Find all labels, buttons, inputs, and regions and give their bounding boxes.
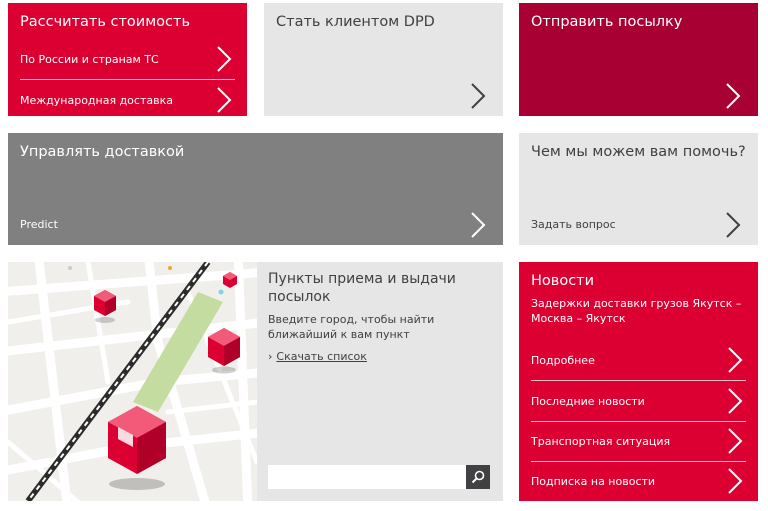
chevron-right-icon: [213, 45, 235, 73]
download-list-link[interactable]: › Скачать список: [268, 350, 367, 363]
search-icon: [471, 470, 485, 484]
news-item-label: Подписка на новости: [531, 474, 656, 488]
pickup-points-panel: Пункты приема и выдачи посылок Введите г…: [257, 262, 503, 501]
news-subscription-link[interactable]: Подписка на новости: [531, 461, 746, 501]
chevron-right-icon: [213, 86, 235, 114]
help-title: Чем мы можем вам помочь?: [531, 144, 746, 160]
manage-delivery-title: Управлять доставкой: [20, 144, 185, 160]
help-tile[interactable]: Чем мы можем вам помочь? Задать вопрос: [519, 133, 758, 245]
calc-russia-label: По России и странам ТС: [20, 52, 159, 66]
chevron-right-icon: [467, 82, 489, 110]
download-list-label: Скачать список: [276, 350, 367, 363]
chevron-right-icon: [467, 211, 489, 239]
news-headline[interactable]: Задержки доставки грузов Якутск – Москва…: [531, 296, 743, 326]
chevron-small-icon: ›: [268, 350, 273, 363]
manage-delivery-tile[interactable]: Управлять доставкой Predict: [8, 133, 503, 245]
news-title: Новости: [531, 273, 595, 289]
ask-question-link[interactable]: Задать вопрос: [531, 218, 616, 231]
news-more-link[interactable]: Подробнее: [531, 340, 746, 380]
calc-russia-link[interactable]: По России и странам ТС: [20, 39, 235, 79]
city-search-input[interactable]: [268, 465, 466, 489]
send-parcel-title: Отправить посылку: [531, 14, 683, 30]
chevron-right-icon: [724, 427, 746, 455]
calculate-cost-tile: Рассчитать стоимость По России и странам…: [8, 3, 247, 116]
calc-international-link[interactable]: Международная доставка: [20, 80, 235, 116]
pickup-map-image: [8, 262, 257, 501]
calculate-cost-title: Рассчитать стоимость: [20, 14, 190, 30]
search-button[interactable]: [466, 465, 490, 489]
pickup-title: Пункты приема и выдачи посылок: [268, 271, 456, 305]
chevron-right-icon: [724, 387, 746, 415]
chevron-right-icon: [724, 346, 746, 374]
news-item-label: Подробнее: [531, 353, 595, 367]
news-item-label: Транспортная ситуация: [531, 434, 671, 448]
chevron-right-icon: [722, 211, 744, 239]
latest-news-link[interactable]: Последние новости: [531, 381, 746, 421]
chevron-right-icon: [724, 467, 746, 495]
chevron-right-icon: [722, 82, 744, 110]
news-item-label: Последние новости: [531, 394, 645, 408]
send-parcel-tile[interactable]: Отправить посылку: [519, 3, 758, 116]
news-tile: Новости Задержки доставки грузов Якутск …: [519, 262, 758, 501]
pickup-description: Введите город, чтобы найти ближайший к в…: [268, 313, 435, 341]
transport-situation-link[interactable]: Транспортная ситуация: [531, 421, 746, 461]
become-client-tile[interactable]: Стать клиентом DPD: [264, 3, 503, 116]
become-client-title: Стать клиентом DPD: [276, 14, 435, 30]
predict-link[interactable]: Predict: [20, 218, 58, 231]
calc-international-label: Международная доставка: [20, 93, 173, 107]
